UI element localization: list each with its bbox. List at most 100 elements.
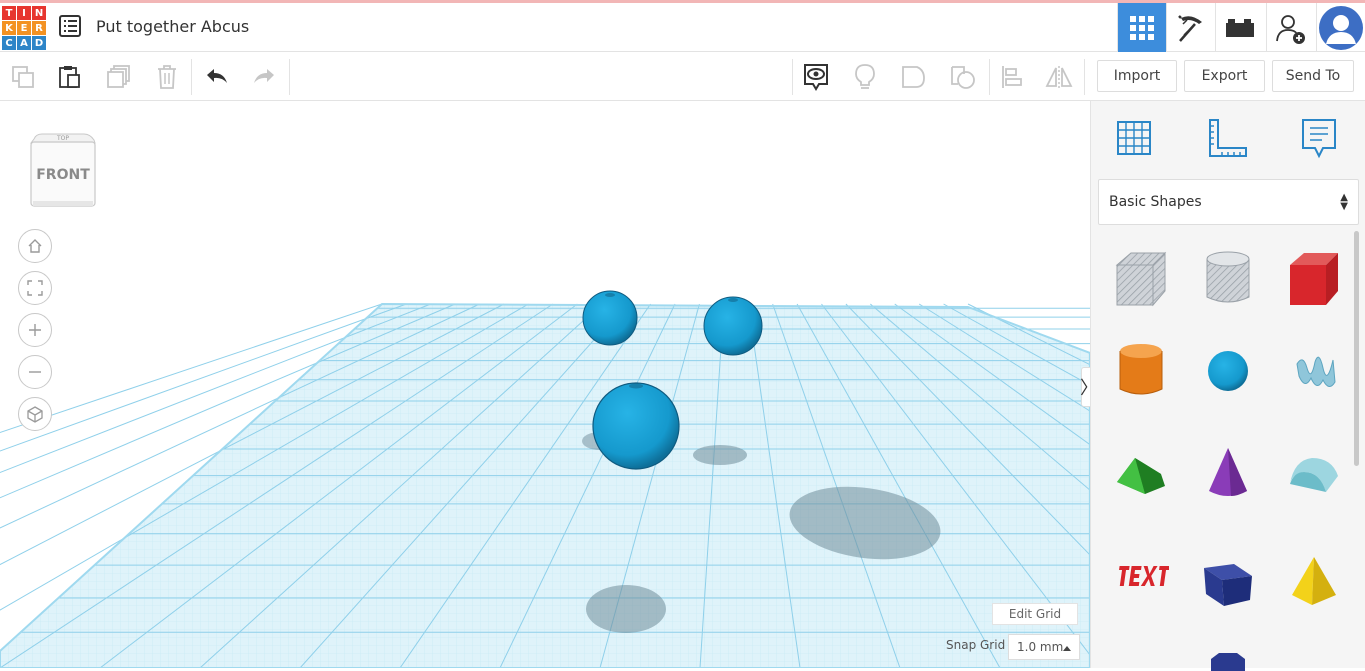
- view-cube[interactable]: TOP FRONT: [28, 131, 98, 213]
- box-icon: [1290, 253, 1338, 305]
- workplane-icon: [1117, 121, 1151, 155]
- shape-category-value: Basic Shapes: [1109, 194, 1202, 210]
- copy-button[interactable]: [0, 53, 46, 100]
- sphere-shape[interactable]: [592, 382, 680, 470]
- shape-cone[interactable]: [1198, 443, 1258, 503]
- sphere-shape[interactable]: [703, 296, 763, 356]
- logo-letter: I: [17, 6, 31, 20]
- undo-button[interactable]: [194, 53, 240, 100]
- snap-grid-select[interactable]: 1.0 mm: [1008, 634, 1080, 660]
- trash-icon: [158, 64, 176, 89]
- export-button[interactable]: Export: [1184, 60, 1265, 92]
- home-icon: [28, 239, 42, 253]
- blocks-view-button[interactable]: [1166, 3, 1215, 52]
- perspective-button[interactable]: [18, 397, 52, 431]
- notes-tool-button[interactable]: [1296, 115, 1342, 161]
- invite-user-button[interactable]: [1266, 3, 1315, 52]
- delete-button[interactable]: [144, 53, 190, 100]
- shape-text[interactable]: [1111, 546, 1171, 606]
- round-roof-icon: [1290, 458, 1338, 492]
- ungroup-shapes-icon: [951, 65, 975, 89]
- minus-icon: [29, 371, 41, 373]
- 3d-design-view-button[interactable]: [1117, 3, 1166, 52]
- header: T I N K E R C A D Put together Abcus: [0, 3, 1365, 52]
- shape-cylinder[interactable]: [1111, 341, 1171, 401]
- copy-icon: [12, 65, 34, 88]
- shape-category-select[interactable]: Basic Shapes ▲ ▼: [1098, 179, 1359, 225]
- sphere-icon: [1208, 351, 1248, 391]
- lightbulb-icon: [855, 63, 875, 89]
- shape-sphere[interactable]: [1198, 341, 1258, 401]
- logo-letter: E: [17, 21, 31, 35]
- design-title[interactable]: Put together Abcus: [96, 17, 249, 36]
- ungroup-button[interactable]: [940, 53, 986, 100]
- align-icon: [1002, 65, 1022, 88]
- shape-scribble[interactable]: [1284, 341, 1344, 401]
- edit-grid-button[interactable]: Edit Grid: [992, 603, 1078, 625]
- show-all-button[interactable]: [793, 53, 839, 100]
- paste-button[interactable]: [47, 53, 93, 100]
- send-to-button[interactable]: Send To: [1272, 60, 1354, 92]
- zoom-out-button[interactable]: [18, 355, 52, 389]
- home-view-button[interactable]: [18, 229, 52, 263]
- grid-apps-icon: [1130, 15, 1154, 40]
- logo-letter: T: [2, 6, 16, 20]
- add-user-icon: [1276, 14, 1305, 44]
- shape-partial[interactable]: [1198, 641, 1258, 671]
- view-cube-top-label: TOP: [56, 135, 69, 142]
- logo-letter: R: [32, 21, 46, 35]
- scribble-icon: [1296, 356, 1336, 387]
- workplane-scene[interactable]: [0, 101, 1090, 668]
- select-arrows-icon: ▲ ▼: [1340, 192, 1348, 212]
- shape-box-hole[interactable]: [1111, 249, 1171, 309]
- group-button[interactable]: [891, 53, 937, 100]
- group-shapes-icon: [902, 65, 925, 88]
- redo-icon: [254, 68, 274, 83]
- prism-icon: [1204, 564, 1252, 606]
- shape-roof[interactable]: [1111, 443, 1171, 503]
- bricks-view-button[interactable]: [1215, 3, 1264, 52]
- roof-icon: [1117, 458, 1165, 494]
- workplane-tool-button[interactable]: [1111, 115, 1157, 161]
- clipboard-icon: [59, 65, 80, 88]
- shape-cylinder-hole[interactable]: [1198, 249, 1258, 309]
- undo-icon: [207, 68, 227, 83]
- box-hole-icon: [1115, 251, 1167, 307]
- sphere-shadow: [586, 585, 666, 633]
- workplane-viewport[interactable]: TOP FRONT Edit Grid Snap Grid 1.0 mm: [0, 101, 1090, 668]
- cone-icon: [1209, 448, 1247, 496]
- design-list-icon[interactable]: [59, 15, 81, 37]
- panel-scrollbar[interactable]: [1354, 231, 1359, 466]
- user-avatar-button[interactable]: [1316, 3, 1365, 52]
- sphere-shape[interactable]: [582, 290, 638, 346]
- text-shape-icon: [1119, 566, 1169, 586]
- shape-pyramid[interactable]: [1284, 551, 1344, 611]
- ruler-tool-button[interactable]: [1203, 115, 1249, 161]
- logo-letter: D: [32, 36, 46, 50]
- edit-toolbar: Import Export Send To: [0, 53, 1365, 101]
- fit-view-icon: [27, 280, 43, 296]
- shape-round-roof[interactable]: [1284, 443, 1344, 503]
- snap-grid-label: Snap Grid: [946, 638, 1006, 652]
- redo-button[interactable]: [241, 53, 287, 100]
- notes-button[interactable]: [842, 53, 888, 100]
- duplicate-button[interactable]: [96, 53, 142, 100]
- cube-icon: [27, 406, 43, 423]
- shape-box-blue[interactable]: [1198, 553, 1258, 613]
- logo-letter: K: [2, 21, 16, 35]
- mirror-icon: [1045, 65, 1073, 88]
- shapes-panel: Basic Shapes ▲ ▼: [1090, 101, 1365, 671]
- fit-view-button[interactable]: [18, 271, 52, 305]
- zoom-in-button[interactable]: [18, 313, 52, 347]
- align-button[interactable]: [989, 53, 1035, 100]
- mirror-button[interactable]: [1036, 53, 1082, 100]
- snap-grid-value: 1.0 mm: [1017, 640, 1064, 654]
- logo-letter: N: [32, 6, 46, 20]
- logo-letter: C: [2, 36, 16, 50]
- hexagonal-prism-icon: [1211, 653, 1245, 671]
- eye-bubble-icon: [804, 63, 828, 91]
- shape-box[interactable]: [1284, 249, 1344, 309]
- tinkercad-logo[interactable]: T I N K E R C A D: [2, 6, 46, 50]
- import-button[interactable]: Import: [1097, 60, 1177, 92]
- cylinder-icon: [1119, 344, 1163, 395]
